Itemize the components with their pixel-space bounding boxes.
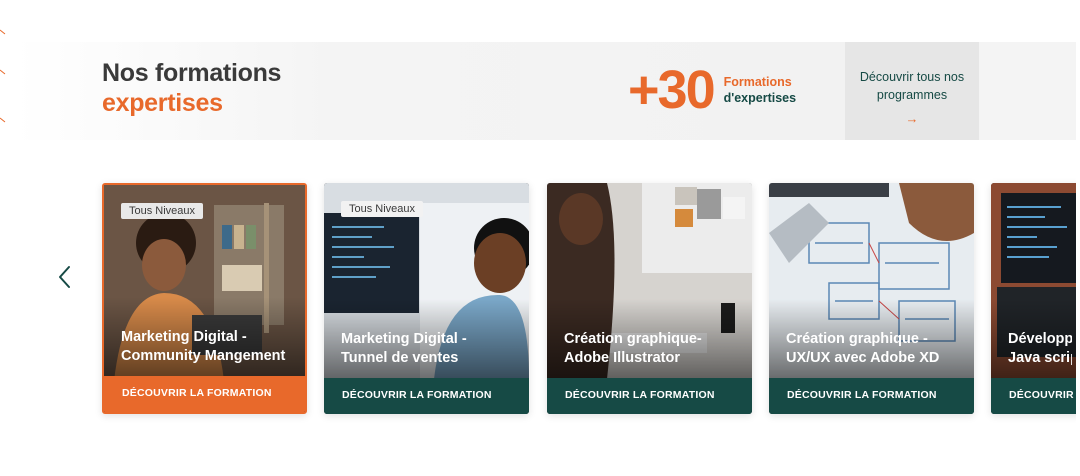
- cta-line2: programmes: [876, 88, 948, 102]
- page: Nos formations expertises +30 Formations…: [0, 0, 1080, 476]
- course-card-javascript[interactable]: Développ Java scrip DÉCOUVRIR LA: [991, 183, 1080, 414]
- course-title-line1: Création graphique -: [786, 331, 928, 347]
- course-title: Création graphique- Adobe Illustrator: [564, 330, 744, 368]
- discover-course-button[interactable]: DÉCOUVRIR LA FORMATION: [547, 378, 752, 414]
- course-title: Création graphique - UX/UX avec Adobe XD: [786, 330, 966, 368]
- course-title-line2: UX/UX avec Adobe XD: [786, 350, 940, 366]
- chevron-left-icon[interactable]: [55, 264, 75, 290]
- formations-count-label-line1: Formations: [723, 75, 792, 89]
- course-card-adobe-illustrator[interactable]: Création graphique- Adobe Illustrator DÉ…: [547, 183, 752, 414]
- decorative-lines: [0, 29, 6, 123]
- formations-count: +30 Formations d'expertises: [628, 60, 796, 120]
- course-title-line2: Community Mangement: [121, 348, 286, 364]
- section-title: Nos formations expertises: [102, 58, 281, 118]
- section-title-line2: expertises: [102, 89, 223, 117]
- level-badge: Tous Niveaux: [121, 203, 204, 219]
- discover-course-button[interactable]: DÉCOUVRIR LA FORMATION: [104, 376, 305, 412]
- discover-course-button[interactable]: DÉCOUVRIR LA FORMATION: [769, 378, 974, 414]
- course-title-line1: Développ: [1008, 331, 1072, 347]
- course-title-line1: Création graphique-: [564, 331, 702, 347]
- course-card-community-management[interactable]: Tous Niveaux Marketing Digital - Communi…: [102, 183, 307, 414]
- discover-course-button[interactable]: DÉCOUVRIR LA FORMATION: [324, 378, 529, 414]
- course-title: Développ Java scrip: [1008, 330, 1072, 368]
- course-title-line2: Tunnel de ventes: [341, 350, 459, 366]
- formations-count-number: +30: [628, 60, 716, 120]
- course-title-line2: Adobe Illustrator: [564, 350, 681, 366]
- cta-line1: Découvrir tous nos: [859, 70, 965, 84]
- level-badge: Tous Niveaux: [341, 201, 424, 217]
- page-right-edge: [1076, 0, 1080, 476]
- course-title-line1: Marketing Digital -: [341, 331, 467, 347]
- course-title: Marketing Digital - Tunnel de ventes: [341, 330, 521, 368]
- formations-banner: Nos formations expertises +30 Formations…: [14, 42, 1080, 140]
- formations-count-label-line2: d'expertises: [723, 91, 797, 105]
- arrow-right-icon: →: [905, 111, 919, 126]
- discover-course-button[interactable]: DÉCOUVRIR LA: [991, 378, 1080, 414]
- course-card-adobe-xd[interactable]: Création graphique - UX/UX avec Adobe XD…: [769, 183, 974, 414]
- course-title-line1: Marketing Digital -: [121, 329, 247, 345]
- course-title-line2: Java scrip: [1008, 350, 1072, 366]
- banner-edge: [979, 42, 1080, 140]
- course-card-tunnel-de-ventes[interactable]: Tous Niveaux Marketing Digital - Tunnel …: [324, 183, 529, 414]
- course-title: Marketing Digital - Community Mangement: [121, 328, 297, 366]
- discover-all-programs-button[interactable]: Découvrir tous nos programmes →: [845, 42, 979, 140]
- section-title-line1: Nos formations: [102, 59, 282, 87]
- formations-count-label: Formations d'expertises: [724, 74, 796, 106]
